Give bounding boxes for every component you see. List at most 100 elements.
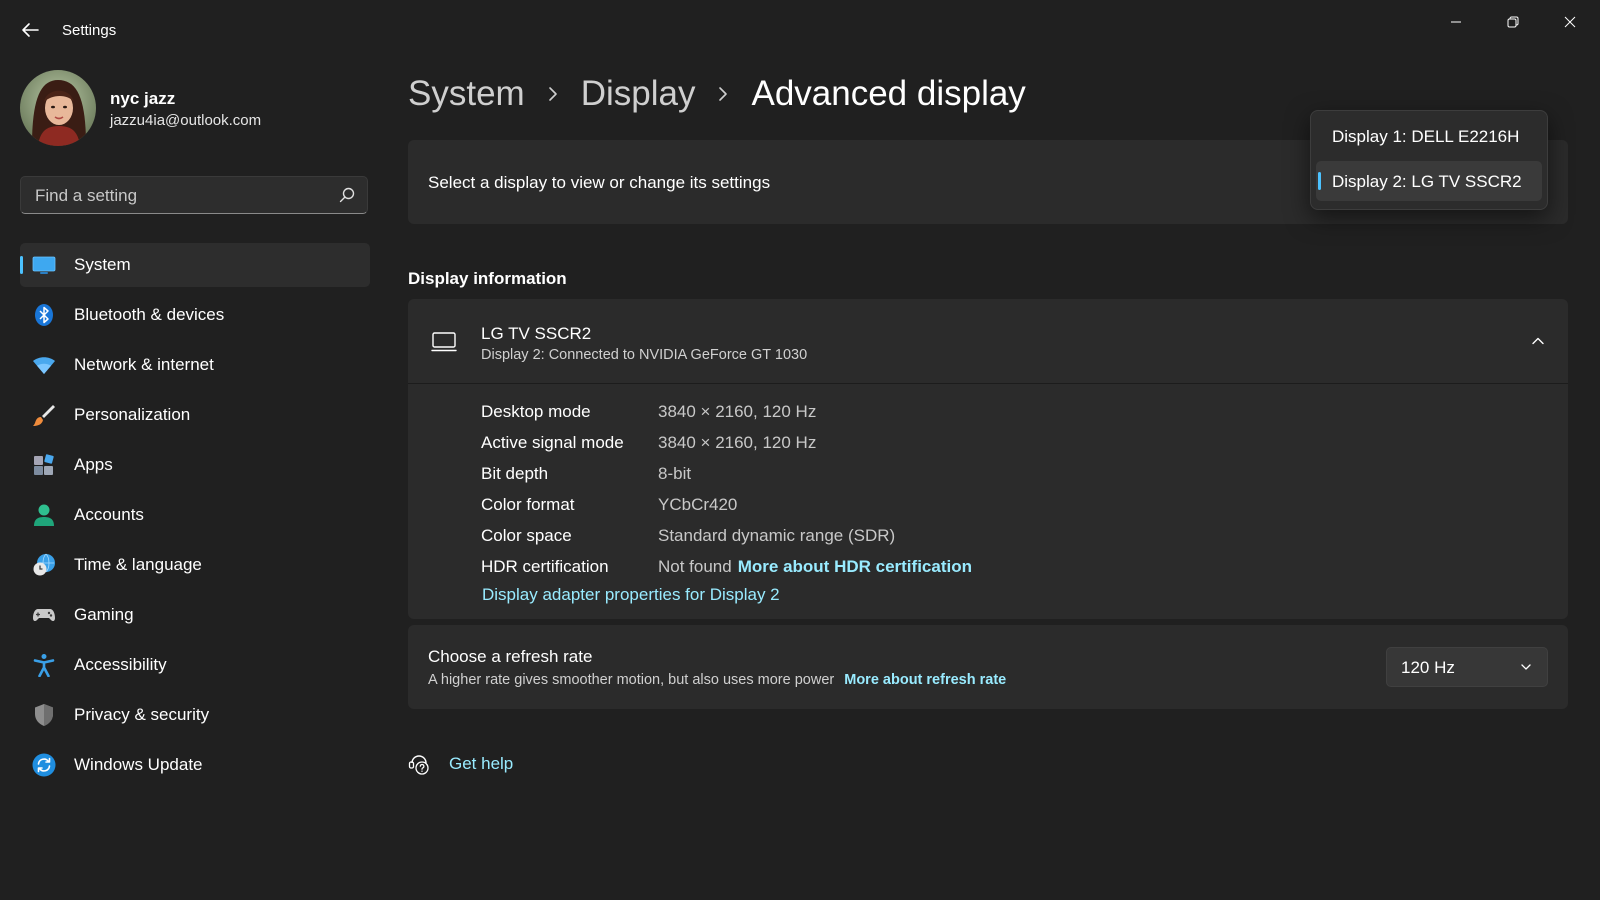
chevron-up-icon[interactable] (1530, 333, 1546, 349)
sidebar-item-label: Accessibility (74, 655, 167, 674)
display-option-1[interactable]: Display 1: DELL E2216H (1316, 116, 1542, 156)
globe-clock-icon (33, 553, 55, 576)
apps-icon (34, 454, 54, 475)
avatar[interactable] (20, 70, 96, 146)
close-icon (1564, 16, 1576, 28)
info-value: Not found (658, 556, 732, 576)
refresh-rate-dropdown[interactable]: 120 Hz (1386, 647, 1548, 687)
info-label: Bit depth (481, 463, 549, 483)
sidebar-item-system[interactable]: System (20, 243, 370, 287)
monitor-icon (431, 332, 457, 352)
sidebar-item-label: System (74, 255, 131, 274)
refresh-rate-description-text: A higher rate gives smoother motion, but… (428, 672, 835, 688)
display-info-header[interactable]: LG TV SSCR2 Display 2: Connected to NVID… (408, 299, 1568, 384)
info-row-hdr-certification: HDR certification Not found More about H… (481, 551, 972, 582)
sync-icon (32, 753, 56, 777)
sidebar-item-label: Gaming (74, 605, 134, 624)
sidebar-item-accessibility[interactable]: Accessibility (20, 643, 370, 687)
info-label: HDR certification (481, 556, 609, 576)
close-button[interactable] (1548, 8, 1592, 36)
display-name: LG TV SSCR2 (481, 324, 592, 343)
search-icon[interactable] (339, 187, 355, 203)
minimize-icon (1451, 21, 1461, 23)
sidebar-item-apps[interactable]: Apps (20, 443, 370, 487)
refresh-rate-description: A higher rate gives smoother motion, but… (428, 672, 1006, 688)
get-help-label: Get help (449, 754, 514, 773)
title-bar: Settings (0, 0, 1600, 60)
sidebar-item-label: Privacy & security (74, 705, 210, 724)
section-title: Display information (408, 269, 567, 288)
chevron-right-icon (548, 87, 557, 101)
info-value: Standard dynamic range (SDR) (658, 525, 896, 545)
display-option-label: Display 2: LG TV SSCR2 (1332, 172, 1522, 191)
sidebar-nav: System Bluetooth & devices Network & int… (20, 243, 370, 793)
select-display-label: Select a display to view or change its s… (428, 173, 771, 192)
info-label: Desktop mode (481, 401, 591, 421)
sidebar-item-label: Apps (74, 455, 113, 474)
info-label: Active signal mode (481, 432, 624, 452)
sidebar-item-label: Windows Update (74, 755, 203, 774)
sidebar-item-label: Time & language (74, 555, 202, 574)
info-value: YCbCr420 (658, 494, 738, 514)
brush-icon (33, 405, 55, 426)
display-adapter-properties-link[interactable]: Display adapter properties for Display 2 (482, 585, 780, 605)
minimize-button[interactable] (1434, 8, 1478, 36)
page-title: Advanced display (751, 74, 1026, 113)
sidebar-item-privacy-security[interactable]: Privacy & security (20, 693, 370, 737)
sidebar-item-network[interactable]: Network & internet (20, 343, 370, 387)
info-value: 3840 × 2160, 120 Hz (658, 401, 817, 421)
display-connection: Display 2: Connected to NVIDIA GeForce G… (481, 347, 808, 363)
sidebar-item-time-language[interactable]: Time & language (20, 543, 370, 587)
search-box[interactable] (20, 176, 368, 215)
person-icon (34, 504, 54, 526)
avatar-image (20, 70, 96, 146)
info-row-color-format: Color format YCbCr420 (481, 489, 972, 520)
sidebar-item-gaming[interactable]: Gaming (20, 593, 370, 637)
accessibility-icon (33, 654, 55, 677)
info-row-bit-depth: Bit depth 8-bit (481, 458, 972, 489)
user-email: jazzu4ia@outlook.com (110, 112, 262, 129)
restore-icon (1507, 16, 1519, 28)
search-input[interactable] (33, 177, 337, 215)
sidebar-item-label: Personalization (74, 405, 191, 424)
display-info-rows: Desktop mode 3840 × 2160, 120 Hz Active … (481, 396, 972, 582)
system-icon (32, 256, 56, 274)
info-value: 8-bit (658, 463, 692, 483)
restore-button[interactable] (1491, 8, 1535, 36)
user-name: nyc jazz (110, 89, 176, 108)
sidebar-item-label: Bluetooth & devices (74, 305, 225, 324)
hdr-certification-link[interactable]: More about HDR certification (738, 557, 972, 577)
sidebar-item-personalization[interactable]: Personalization (20, 393, 370, 437)
wifi-icon (33, 357, 55, 374)
display-option-2[interactable]: Display 2: LG TV SSCR2 (1316, 161, 1542, 201)
help-chat-icon (408, 755, 429, 775)
back-arrow-icon (22, 23, 39, 37)
info-row-active-signal-mode: Active signal mode 3840 × 2160, 120 Hz (481, 427, 972, 458)
sidebar-item-accounts[interactable]: Accounts (20, 493, 370, 537)
display-option-label: Display 1: DELL E2216H (1332, 127, 1520, 146)
app-title: Settings (62, 22, 117, 39)
breadcrumb: System Display Advanced display (408, 72, 1026, 116)
info-row-color-space: Color space Standard dynamic range (SDR) (481, 520, 972, 551)
info-row-desktop-mode: Desktop mode 3840 × 2160, 120 Hz (481, 396, 972, 427)
breadcrumb-system[interactable]: System (408, 74, 525, 114)
refresh-rate-value: 120 Hz (1401, 658, 1455, 677)
breadcrumb-display[interactable]: Display (581, 74, 696, 114)
shield-icon (35, 704, 53, 726)
sidebar-item-windows-update[interactable]: Windows Update (20, 743, 370, 787)
gamepad-icon (33, 609, 55, 622)
get-help-link[interactable]: Get help (408, 750, 513, 778)
refresh-rate-title: Choose a refresh rate (428, 647, 593, 666)
sidebar-item-bluetooth[interactable]: Bluetooth & devices (20, 293, 370, 337)
bluetooth-icon (35, 304, 53, 326)
info-value: 3840 × 2160, 120 Hz (658, 432, 817, 452)
back-button[interactable] (18, 18, 42, 42)
chevron-right-icon (719, 87, 728, 101)
sidebar-item-label: Network & internet (74, 355, 214, 374)
display-select-flyout: Display 1: DELL E2216H Display 2: LG TV … (1310, 110, 1548, 210)
sidebar-item-label: Accounts (74, 505, 144, 524)
refresh-rate-card: Choose a refresh rate A higher rate give… (408, 625, 1568, 709)
info-label: Color format (481, 494, 575, 514)
chevron-down-icon (1521, 664, 1531, 670)
refresh-rate-link[interactable]: More about refresh rate (844, 672, 1006, 688)
